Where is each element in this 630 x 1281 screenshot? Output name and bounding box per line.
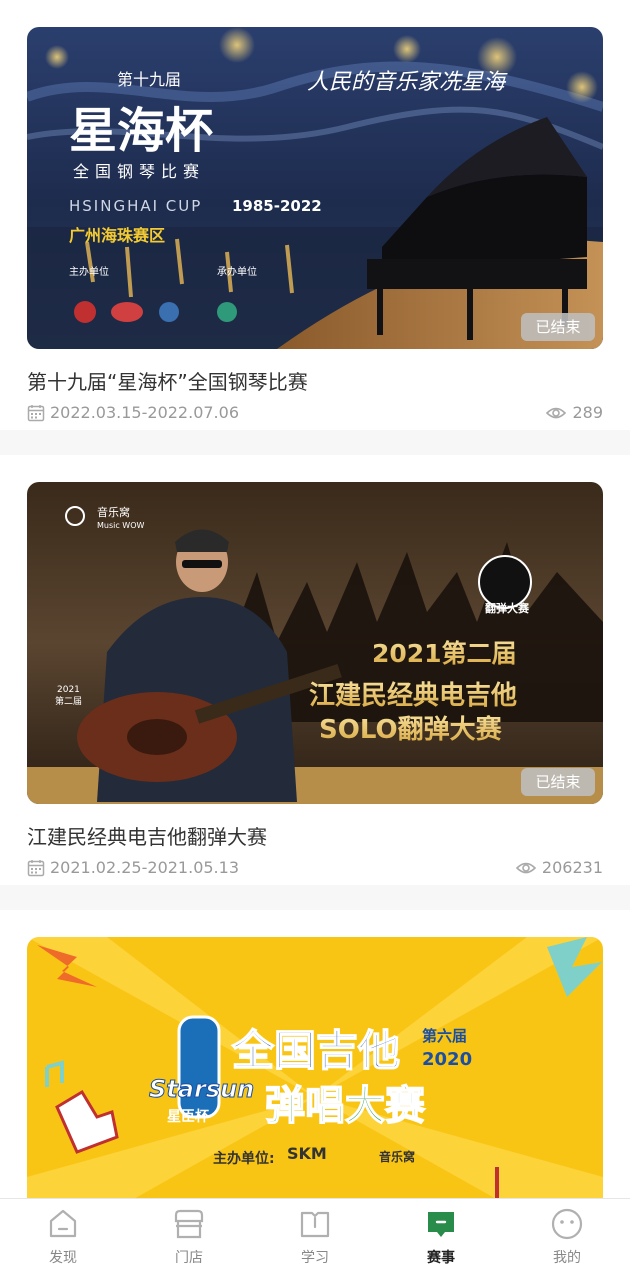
star [219,27,255,63]
organizer-logo [159,302,179,322]
date-range: 2022.03.15-2022.07.06 [27,403,239,422]
banner-sponsor: SKM [287,1144,327,1163]
tab-profile[interactable]: 我的 [504,1199,630,1281]
star [393,35,421,63]
event-feed[interactable]: 第十九届 星海杯 全国钢琴比赛 HSINGHAI CUP 1985-2022 广… [0,0,630,1198]
organizer-logo [111,302,143,322]
tab-label: 我的 [553,1250,581,1266]
book-icon [300,1211,330,1238]
banner-cup: HSINGHAI CUP [69,197,202,215]
event-title[interactable]: 第十九届“星海杯”全国钢琴比赛 [27,366,308,395]
eye-icon [546,407,567,418]
views-text: 289 [572,403,603,422]
tab-label: 发现 [49,1250,77,1266]
discover-icon [49,1209,77,1238]
banner-years: 1985-2022 [232,197,322,215]
event-card[interactable]: 第十九届 星海杯 全国钢琴比赛 HSINGHAI CUP 1985-2022 广… [0,0,630,430]
banner-subtitle: 全国钢琴比赛 [73,162,205,181]
banner-line2: 江建民经典电吉他 [309,680,517,711]
event-title[interactable]: 江建民经典电吉他翻弹大赛 [27,821,267,850]
banner-subtitle: 弹唱大赛 [265,1083,426,1129]
tab-store[interactable]: 门店 [126,1199,252,1281]
contest-icon [428,1212,454,1237]
date-text: 2021.02.25-2021.05.13 [50,858,239,877]
view-count: 289 [546,403,603,422]
store-icon [174,1209,204,1239]
event-card[interactable]: 音乐窝 Music WOW 翻弹大赛 2021 第二届 2021第二届 江建民经… [0,455,630,885]
bottom-tab-bar: 发现 门店 学习 赛事 我的 [0,1198,630,1281]
banner-edition: 第十九届 [117,70,181,89]
banner-brand: 音乐窝 [97,505,130,519]
banner-guitar-year: 2021 [57,685,80,695]
calendar-icon [27,404,45,421]
banner-year: 2020 [422,1049,472,1070]
tab-label: 学习 [301,1250,329,1266]
banner-guitar-edition: 第二届 [55,695,82,707]
eye-icon [515,862,536,873]
event-banner[interactable]: 第十九届 星海杯 全国钢琴比赛 HSINGHAI CUP 1985-2022 广… [27,27,603,349]
calendar-icon [27,859,45,876]
star [566,71,598,103]
banner-brand2: 音乐窝 [379,1149,415,1164]
tab-contest[interactable]: 赛事 [378,1199,504,1281]
banner-line1: 2021第二届 [372,639,517,668]
event-banner[interactable]: 全国吉他 第六届 2020 Starsun 星臣杯 弹唱大赛 主办单位: SKM… [27,937,603,1198]
views-text: 206231 [541,858,603,877]
tab-study[interactable]: 学习 [252,1199,378,1281]
banner-organizer-label: 主办单位: [213,1150,275,1167]
banner-brand-cn: 星臣杯 [167,1108,210,1125]
banner-name: 星海杯 [69,103,213,159]
banner-organizer-label: 主办单位 [69,265,109,278]
event-banner[interactable]: 音乐窝 Music WOW 翻弹大赛 2021 第二届 2021第二届 江建民经… [27,482,603,804]
date-range: 2021.02.25-2021.05.13 [27,858,239,877]
banner-region: 广州海珠赛区 [69,226,165,245]
tab-label: 门店 [175,1250,203,1266]
banner-slogan: 人民的音乐家冼星海 [307,70,508,95]
organizer-logo [74,301,96,323]
contest-seal-icon [478,555,532,609]
organizer-logo [217,302,237,322]
banner-title: 全国吉他 [231,1026,400,1075]
banner-brand-en: Music WOW [97,521,145,530]
event-card[interactable]: 全国吉他 第六届 2020 Starsun 星臣杯 弹唱大赛 主办单位: SKM… [0,910,630,1198]
view-count: 206231 [515,858,603,877]
profile-icon [551,1208,583,1240]
event-meta: 2021.02.25-2021.05.13 206231 [27,858,603,882]
tab-label: 赛事 [427,1250,455,1266]
event-meta: 2022.03.15-2022.07.06 289 [27,403,603,427]
status-badge: 已结束 [521,768,595,796]
banner-co-organizer-label: 承办单位 [217,265,257,278]
banner-seal: 翻弹大赛 [485,601,530,615]
banner-line3: SOLO翻弹大赛 [319,714,503,745]
banner-brand: Starsun [149,1075,254,1103]
tab-discover[interactable]: 发现 [0,1199,126,1281]
banner-edition: 第六届 [422,1027,467,1045]
date-text: 2022.03.15-2022.07.06 [50,403,239,422]
star [45,45,69,69]
status-badge: 已结束 [521,313,595,341]
